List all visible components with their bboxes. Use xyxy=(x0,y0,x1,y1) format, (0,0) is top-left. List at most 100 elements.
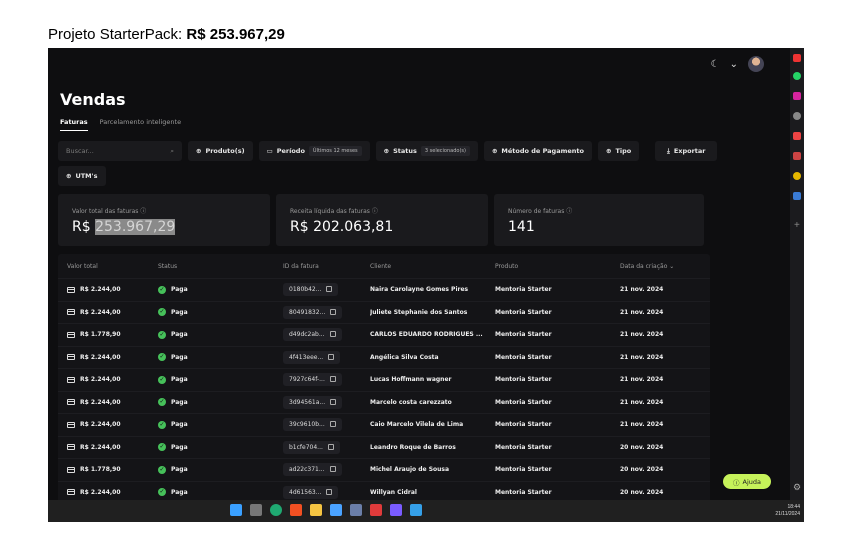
copy-icon[interactable] xyxy=(329,376,336,383)
help-label: Ajuda xyxy=(742,477,761,486)
cell-cliente: Caio Marcelo Vilela de Lima xyxy=(370,421,464,429)
card-label: Número de faturas ⓘ xyxy=(508,208,573,215)
invoice-id-pill[interactable]: 80491832... xyxy=(283,305,343,319)
whatsapp-icon[interactable] xyxy=(793,72,801,80)
edge-icon[interactable] xyxy=(270,504,282,516)
card-label: Valor total das faturas ⓘ xyxy=(72,208,147,215)
id-text: ad22c371... xyxy=(289,466,325,474)
valor-text: R$ 1.778,90 xyxy=(80,466,121,474)
system-clock[interactable]: 18:44 21/11/2024 xyxy=(775,504,800,518)
copy-icon[interactable] xyxy=(330,308,337,315)
table-row[interactable]: R$ 2.244,00 ✓ Paga 0180b42... Naira Carolayn… xyxy=(58,278,710,301)
check-circle-icon: ✓ xyxy=(158,353,166,362)
table-row[interactable]: R$ 2.244,00 ✓ Paga 4f413eee... Angélica Silv… xyxy=(58,345,710,369)
invoice-id-pill[interactable]: 4f413eee... xyxy=(283,350,341,364)
table-row[interactable]: R$ 2.244,00 ✓ Paga 3d94561a... Marcelo costa… xyxy=(58,390,710,414)
app-icon[interactable] xyxy=(330,504,342,516)
app-icon[interactable] xyxy=(390,504,402,516)
table-row[interactable]: R$ 2.244,00 ✓ Paga 80491832... Juliete Steph… xyxy=(58,300,710,324)
chevron-down-icon[interactable]: ⌄ xyxy=(730,59,738,70)
caption-amount: R$ 253.967,29 xyxy=(186,26,285,43)
table-row[interactable]: R$ 1.778,90 ✓ Paga d49dc2ab... CARLOS EDUARD… xyxy=(58,323,710,346)
copy-icon[interactable] xyxy=(327,443,334,450)
tab-faturas[interactable]: Faturas xyxy=(60,118,88,131)
col-data-criacao[interactable]: Data da criação ⌄ xyxy=(620,263,719,270)
copy-icon[interactable] xyxy=(329,421,336,428)
credit-card-icon xyxy=(67,376,75,383)
invoice-id-pill[interactable]: b1cfe704... xyxy=(283,440,340,454)
help-button[interactable]: ⓘ Ajuda xyxy=(723,474,771,489)
cell-produto: Mentoria Starter xyxy=(495,376,552,384)
calendar-icon: ▭ xyxy=(266,147,273,155)
copy-icon[interactable] xyxy=(326,488,333,495)
invoice-id-pill[interactable]: 39c9610b... xyxy=(283,418,342,432)
col-valor-total[interactable]: Valor total xyxy=(67,263,158,270)
check-circle-icon: ✓ xyxy=(158,375,166,384)
app-icon[interactable] xyxy=(410,504,422,516)
periodo-filter-button[interactable]: ▭ Período Últimos 12 meses xyxy=(258,141,370,161)
invoice-id-pill[interactable]: 0180b42... xyxy=(283,283,339,297)
download-icon: ⤓ xyxy=(666,146,670,155)
cell-cliente: Juliete Stephanie dos Santos xyxy=(370,308,468,316)
copy-icon[interactable] xyxy=(330,398,337,405)
table-body: R$ 2.244,00 ✓ Paga 0180b42... Naira Carolayn… xyxy=(58,278,710,503)
search-input[interactable]: Buscar... ⌕ xyxy=(58,141,182,161)
produto-filter-button[interactable]: ⊕ Produto(s) xyxy=(188,141,253,161)
windows-start-icon[interactable] xyxy=(230,504,242,516)
status-text: Paga xyxy=(171,286,188,294)
theme-toggle-icon[interactable]: ☾ xyxy=(711,59,720,70)
check-circle-icon: ✓ xyxy=(158,465,166,474)
utm-filter-button[interactable]: ⊕ UTM's xyxy=(58,166,106,186)
col-cliente[interactable]: Cliente xyxy=(370,263,495,270)
app-icon[interactable] xyxy=(370,504,382,516)
invoice-id-pill[interactable]: ad22c371... xyxy=(283,463,342,477)
avatar[interactable] xyxy=(748,56,764,72)
copy-icon[interactable] xyxy=(326,286,333,293)
tab-parcelamento[interactable]: Parcelamento inteligente xyxy=(100,118,181,131)
file-explorer-icon[interactable] xyxy=(310,504,322,516)
pagamento-filter-button[interactable]: ⊕ Método de Pagamento xyxy=(483,141,592,161)
task-view-icon[interactable] xyxy=(250,504,262,516)
table-row[interactable]: R$ 2.244,00 ✓ Paga b1cfe704... Leandro Roque… xyxy=(58,435,710,459)
copy-icon[interactable] xyxy=(329,331,336,338)
gmail-icon[interactable] xyxy=(793,152,801,160)
cell-cliente: Lucas Hoffmann wagner xyxy=(370,376,452,384)
invoice-id-pill[interactable]: 4d61563... xyxy=(283,485,339,499)
valor-text: R$ 2.244,00 xyxy=(80,353,121,361)
table-row[interactable]: R$ 2.244,00 ✓ Paga 39c9610b... Caio Marcelo … xyxy=(58,413,710,436)
status-text: Paga xyxy=(171,443,188,451)
tipo-filter-button[interactable]: ⊕ Tipo xyxy=(597,141,640,161)
cell-id: 7927c64f-... xyxy=(283,373,370,387)
table-row[interactable]: R$ 1.778,90 ✓ Paga ad22c371... Michel Araujo… xyxy=(58,458,710,481)
extension-icon[interactable] xyxy=(793,112,801,120)
add-icon[interactable]: + xyxy=(794,220,800,231)
copy-icon[interactable] xyxy=(328,353,335,360)
invoice-id-pill[interactable]: 7927c64f-... xyxy=(283,373,342,387)
col-status[interactable]: Status xyxy=(158,263,283,270)
copy-icon[interactable] xyxy=(329,466,336,473)
col-produto[interactable]: Produto xyxy=(495,263,620,270)
check-circle-icon: ✓ xyxy=(158,308,166,317)
export-button[interactable]: ⤓ Exportar xyxy=(655,141,718,161)
invoice-id-pill[interactable]: 3d94561a... xyxy=(283,395,343,409)
top-right-controls: ☾ ⌄ xyxy=(711,56,764,72)
invoice-id-pill[interactable]: d49dc2ab... xyxy=(283,328,342,342)
extension-icon[interactable] xyxy=(793,132,801,140)
invoices-table: Valor total Status ID da fatura Cliente … xyxy=(58,254,710,522)
extension-icon[interactable] xyxy=(793,54,801,62)
credit-card-icon xyxy=(67,286,75,293)
app-icon[interactable] xyxy=(290,504,302,516)
col-id-fatura[interactable]: ID da fatura xyxy=(283,263,370,270)
table-header: Valor total Status ID da fatura Cliente … xyxy=(58,254,710,278)
extension-icon[interactable] xyxy=(793,172,801,180)
valor-text: R$ 1.778,90 xyxy=(80,331,121,339)
app-icon[interactable] xyxy=(350,504,362,516)
table-row[interactable]: R$ 2.244,00 ✓ Paga 7927c64f-... Lucas Hoffma… xyxy=(58,368,710,391)
cell-valor: R$ 2.244,00 xyxy=(67,399,158,406)
instagram-icon[interactable] xyxy=(793,92,801,100)
outlook-icon[interactable] xyxy=(793,192,801,200)
app-window: ☾ ⌄ Vendas Faturas Parcelamento intelige… xyxy=(48,48,804,522)
settings-icon[interactable]: ⚙ xyxy=(793,482,801,493)
search-icon: ⌕ xyxy=(170,146,174,155)
status-filter-button[interactable]: ⊕ Status 3 selecionado(s) xyxy=(375,141,478,161)
